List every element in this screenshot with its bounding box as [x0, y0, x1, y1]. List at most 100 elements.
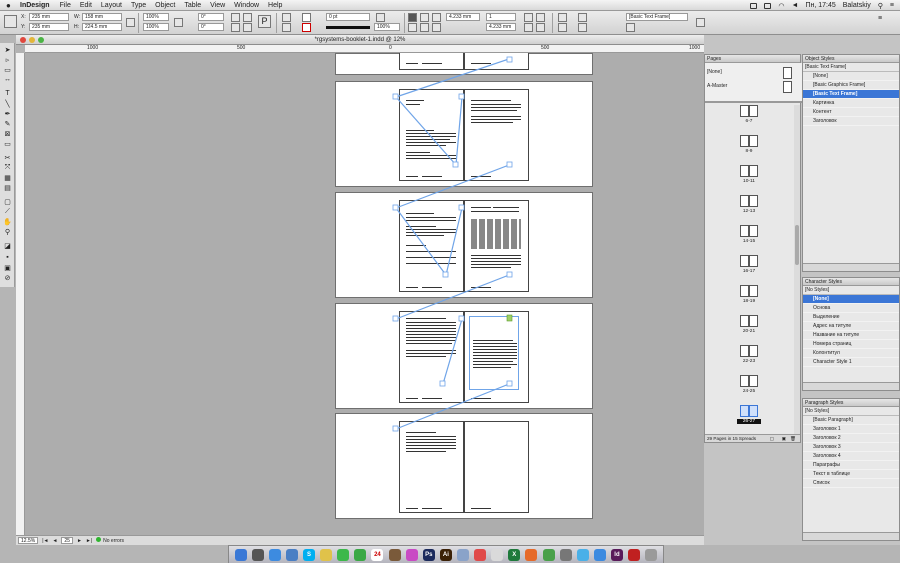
style-item[interactable]: Колонтитул [803, 349, 899, 358]
align-center-icon[interactable] [420, 23, 429, 32]
vertical-ruler[interactable] [16, 53, 25, 535]
first-page-icon[interactable]: |◄ [42, 538, 48, 544]
page-thumb[interactable] [740, 135, 749, 147]
menu-view[interactable]: View [210, 2, 225, 9]
trash-icon[interactable] [645, 548, 658, 561]
menu-table[interactable]: Table [184, 2, 201, 9]
constrain-scale-icon[interactable] [174, 18, 183, 27]
scale-x-field[interactable]: 100% [143, 13, 169, 21]
style-item[interactable]: Картинка [803, 99, 899, 108]
last-page-icon[interactable]: ►| [86, 538, 92, 544]
clock-text[interactable]: Пн, 17:45 [805, 2, 835, 9]
page-thumb[interactable] [749, 285, 758, 297]
style-item[interactable]: Основа [803, 304, 899, 313]
page-thumb[interactable] [740, 225, 749, 237]
preview-icon[interactable] [456, 548, 469, 561]
paragraph-styles-tab[interactable]: Paragraph Styles [803, 399, 899, 407]
battery-icon[interactable] [764, 2, 772, 9]
style-item[interactable]: Заголовок 3 [803, 443, 899, 452]
indesign-icon[interactable]: Id [610, 548, 623, 561]
zoom-field[interactable]: 12.5% [18, 537, 39, 544]
pages-scrollbar[interactable] [794, 105, 800, 434]
illustrator-icon[interactable]: Ai [439, 548, 452, 561]
pen-tool-icon[interactable]: ✒ [2, 109, 13, 118]
fit-content-icon[interactable] [524, 23, 533, 32]
fill-stroke-icon[interactable]: ◪ [2, 241, 13, 250]
hand-tool-icon[interactable]: ✋ [2, 217, 13, 226]
page-thumb[interactable] [740, 375, 749, 387]
style-item[interactable]: Адрес на титуле [803, 322, 899, 331]
gutter-field[interactable]: 4.233 mm [486, 23, 516, 31]
clear-overrides-icon[interactable] [626, 23, 635, 32]
select-content-icon[interactable] [282, 23, 291, 32]
gradient-feather-tool-icon[interactable]: ▤ [2, 183, 13, 192]
rotation-field[interactable]: 0° [198, 13, 224, 21]
rotate-ccw-icon[interactable] [231, 23, 240, 32]
style-item[interactable]: Заголовок 2 [803, 434, 899, 443]
stroke-weight-field[interactable]: 0 pt [326, 13, 370, 21]
zoom-tool-icon[interactable]: ⚲ [2, 227, 13, 236]
page-thumb[interactable] [740, 165, 749, 177]
style-item[interactable]: Номера страниц [803, 340, 899, 349]
style-item[interactable]: Список [803, 479, 899, 488]
facetime-icon[interactable] [354, 548, 367, 561]
selection-tool-icon[interactable]: ➤ [2, 45, 13, 54]
skype-icon[interactable]: S [302, 548, 315, 561]
direct-selection-tool-icon[interactable]: ▹ [2, 55, 13, 64]
style-item[interactable]: Заголовок 4 [803, 452, 899, 461]
columns-field[interactable]: 1 [486, 13, 516, 21]
chrome-icon[interactable] [491, 548, 504, 561]
flip-v-icon[interactable] [243, 23, 252, 32]
acrobat-icon[interactable] [628, 548, 641, 561]
object-style-select[interactable]: [Basic Text Frame] [626, 13, 688, 21]
utility-icon[interactable] [559, 548, 572, 561]
menu-type[interactable]: Type [131, 2, 146, 9]
style-item[interactable]: Контент [803, 108, 899, 117]
page-thumb[interactable] [749, 315, 758, 327]
quick-apply-icon[interactable] [696, 18, 705, 27]
wifi-icon[interactable]: ◠ [778, 2, 784, 10]
master-none[interactable]: [None] [707, 69, 722, 75]
style-item[interactable]: Выделение [803, 313, 899, 322]
page-thumb[interactable] [749, 225, 758, 237]
prev-page-icon[interactable]: ◄ [52, 538, 57, 544]
scissors-tool-icon[interactable]: ✂ [2, 153, 13, 162]
apply-color-icon[interactable]: ▪ [2, 253, 13, 262]
h-field[interactable]: 224.5 mm [82, 23, 122, 31]
page-thumb[interactable] [740, 405, 749, 417]
page-thumb[interactable] [740, 315, 749, 327]
menu-layout[interactable]: Layout [101, 2, 122, 9]
twitter-icon[interactable] [576, 548, 589, 561]
scale-y-field[interactable]: 100% [143, 23, 169, 31]
minimize-window-icon[interactable] [29, 37, 35, 43]
panel-menu-icon[interactable]: ≡ [878, 15, 887, 24]
launchpad-icon[interactable] [251, 548, 264, 561]
page-thumb[interactable] [749, 345, 758, 357]
y-field[interactable]: 235 mm [29, 23, 69, 31]
page-thumb[interactable] [740, 285, 749, 297]
close-window-icon[interactable] [20, 37, 26, 43]
menu-edit[interactable]: Edit [80, 2, 92, 9]
master-a[interactable]: A-Master [707, 83, 727, 89]
page-thumb[interactable] [740, 255, 749, 267]
menu-window[interactable]: Window [234, 2, 259, 9]
menu-help[interactable]: Help [268, 2, 282, 9]
pencil-tool-icon[interactable]: ✎ [2, 119, 13, 128]
delete-page-icon[interactable]: 🗑 [790, 435, 796, 443]
calendar-icon[interactable]: 24 [371, 548, 384, 561]
style-item[interactable]: Заголовок 1 [803, 425, 899, 434]
page-number-field[interactable]: 25 [61, 537, 73, 544]
autofit-icon[interactable] [578, 23, 587, 32]
type-tool-icon[interactable]: T [2, 89, 13, 98]
finder-icon[interactable] [234, 548, 247, 561]
align-left-icon[interactable] [558, 13, 567, 22]
horizontal-ruler[interactable]: 1000 500 0 500 1000 [25, 45, 704, 53]
app-menu[interactable]: InDesign [20, 2, 50, 9]
appstore-icon[interactable] [593, 548, 606, 561]
style-item[interactable]: [Basic Paragraph] [803, 416, 899, 425]
fill-swatch[interactable] [302, 13, 311, 22]
page-thumbnails[interactable]: 6-7 8-9 10-11 12-13 14-15 16-17 18-19 20-21 22-2… [705, 105, 795, 434]
wrap-object-icon[interactable] [432, 13, 441, 22]
fx-icon[interactable] [376, 13, 385, 22]
rectangle-tool-icon[interactable]: ▭ [2, 139, 13, 148]
